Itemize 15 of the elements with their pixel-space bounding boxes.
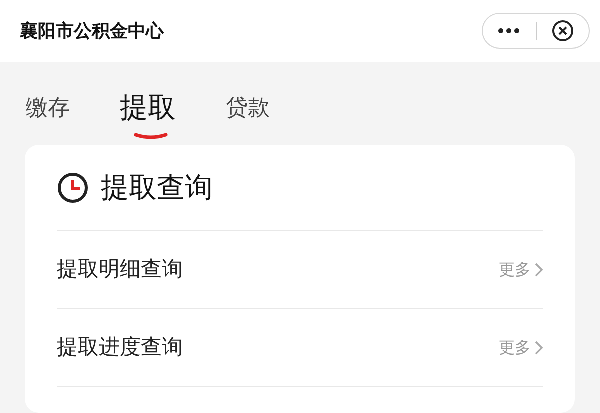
card-title: 提取查询 — [101, 170, 213, 206]
more-icon — [498, 28, 520, 34]
tab-underline-icon — [134, 132, 168, 140]
tab[interactable]: 缴存 — [26, 98, 70, 128]
clock-icon — [57, 172, 89, 204]
query-row[interactable]: 提取明细查询 更多 — [57, 231, 543, 309]
chevron-right-icon — [535, 340, 543, 354]
query-row[interactable]: 提取进度查询 更多 — [57, 309, 543, 387]
row-label: 提取进度查询 — [57, 334, 183, 361]
close-icon — [552, 20, 574, 42]
page-title: 襄阳市公积金中心 — [20, 20, 164, 44]
tab[interactable]: 提取 — [120, 94, 176, 128]
tab[interactable]: 贷款 — [226, 98, 270, 128]
chevron-right-icon — [535, 262, 543, 276]
row-label: 提取明细查询 — [57, 256, 183, 283]
